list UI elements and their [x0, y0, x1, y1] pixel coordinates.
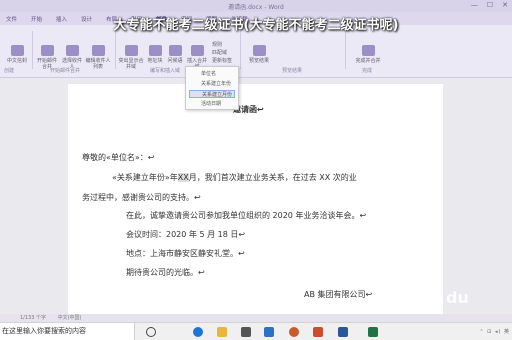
ribbon-separator — [240, 31, 241, 69]
finish-merge-icon — [361, 45, 375, 56]
paragraph-2: 在此，诚挚邀请贵公司参加我单位组织的 2020 年业务洽谈年会。↩ — [126, 211, 367, 220]
edge-icon[interactable] — [193, 327, 203, 337]
highlight-merge-fields-button[interactable]: 突出显示合并域 — [118, 45, 144, 70]
photos-icon[interactable] — [289, 327, 299, 337]
store-icon[interactable] — [241, 327, 251, 337]
maximize-button[interactable]: ☐ — [487, 1, 493, 9]
address-block-button[interactable]: 地址块 — [146, 45, 164, 64]
insert-merge-field-dropdown: 单位名 关系建立年份 关系建立月份 活动日期 — [185, 66, 239, 110]
window-title: 邀请函.docx - Word — [228, 4, 284, 11]
document-page[interactable]: 邀请函↩ 尊敬的«单位名»：↩ «关系建立年份»年XX月，我们首次建立业务关系，… — [68, 84, 443, 314]
system-tray[interactable]: ⌃ ⊡ ◂) 英 — [479, 328, 510, 335]
excel-icon[interactable] — [368, 327, 378, 337]
meeting-place: 地点：上海市静安区静安礼堂。↩ — [126, 249, 245, 258]
greeting-icon — [168, 45, 182, 56]
recipients-icon — [65, 45, 79, 56]
group-label-start-merge: 开始邮件合并 — [50, 68, 81, 74]
salutation: 尊敬的«单位名»：↩ — [82, 153, 155, 162]
finish-merge-button[interactable]: 完成并合并 — [355, 45, 381, 64]
group-label-preview: 预览结果 — [282, 68, 303, 74]
envelope-button[interactable]: 中文信封 — [6, 45, 28, 64]
powerpoint-icon[interactable] — [313, 327, 323, 337]
paragraph-1-continued: 务过程中，感谢贵公司的支持。↩ — [82, 193, 201, 202]
dropdown-item-relation-month[interactable]: 关系建立月份 — [189, 90, 235, 98]
overlay-caption: 大专能不能考二级证书(大专能不能考二级证书呢) — [113, 18, 399, 33]
mail-icon[interactable] — [264, 327, 274, 337]
match-fields-option[interactable]: 匹配域 — [212, 49, 227, 56]
word-count: 1/133 个字 — [20, 315, 46, 321]
edit-list-icon — [91, 45, 105, 56]
language-indicator: 中文(中国) — [57, 315, 82, 321]
group-label-create: 创建 — [4, 68, 15, 74]
close-button[interactable]: ✕ — [502, 1, 508, 9]
minimize-button[interactable]: — — [471, 1, 478, 9]
closing-line: 期待贵公司的光临。↩ — [126, 268, 205, 277]
dropdown-item-event-date[interactable]: 活动日期 — [189, 100, 235, 108]
group-label-finish: 完成 — [362, 68, 373, 74]
ribbon-separator — [345, 31, 346, 69]
meeting-time: 会议时间：2020 年 5 月 18 日↩ — [126, 230, 246, 239]
taskbar-search-input[interactable]: 在这里输入你要搜索的内容 — [0, 323, 135, 340]
file-explorer-icon[interactable] — [217, 327, 227, 337]
ribbon-separator — [32, 31, 33, 69]
edit-recipient-list-button[interactable]: 编辑收件人列表 — [85, 45, 111, 70]
signature: AB 集团有限公司↩ — [304, 290, 373, 299]
month-field[interactable]: XX — [177, 173, 189, 182]
highlight-fields-icon — [124, 45, 138, 56]
rules-option[interactable]: 规则 — [212, 41, 222, 48]
merge-field-year: «关系建立年份»年 — [112, 173, 178, 182]
ribbon-separator — [115, 31, 116, 69]
insert-field-icon — [190, 45, 204, 56]
preview-icon — [252, 45, 266, 56]
envelope-icon — [10, 45, 24, 56]
watermark-logo: Bai du — [412, 288, 469, 307]
greeting-line-button[interactable]: 问候语 — [166, 45, 184, 64]
taskbar: 在这里输入你要搜索的内容 ⌃ ⊡ ◂) 英 — [0, 322, 512, 340]
preview-results-button[interactable]: 预览结果 — [246, 45, 272, 64]
paragraph-1: «关系建立年份»年XX月，我们首次建立业务关系，在过去 XX 次的业 — [112, 173, 357, 182]
title-bar: 邀请函.docx - Word — ☐ ✕ — [0, 0, 512, 12]
mail-merge-icon — [40, 45, 54, 56]
word-icon[interactable] — [338, 327, 348, 337]
status-bar: 1/133 个字 中文(中国) — [0, 314, 512, 322]
update-labels-option[interactable]: 更新标签 — [212, 57, 232, 64]
dropdown-item-company-name[interactable]: 单位名 — [189, 70, 235, 78]
address-block-icon — [148, 45, 162, 56]
task-view-icon[interactable] — [146, 327, 156, 337]
group-label-write-insert: 编写和插入域 — [150, 68, 181, 74]
dropdown-item-relation-year[interactable]: 关系建立年份 — [189, 80, 235, 88]
